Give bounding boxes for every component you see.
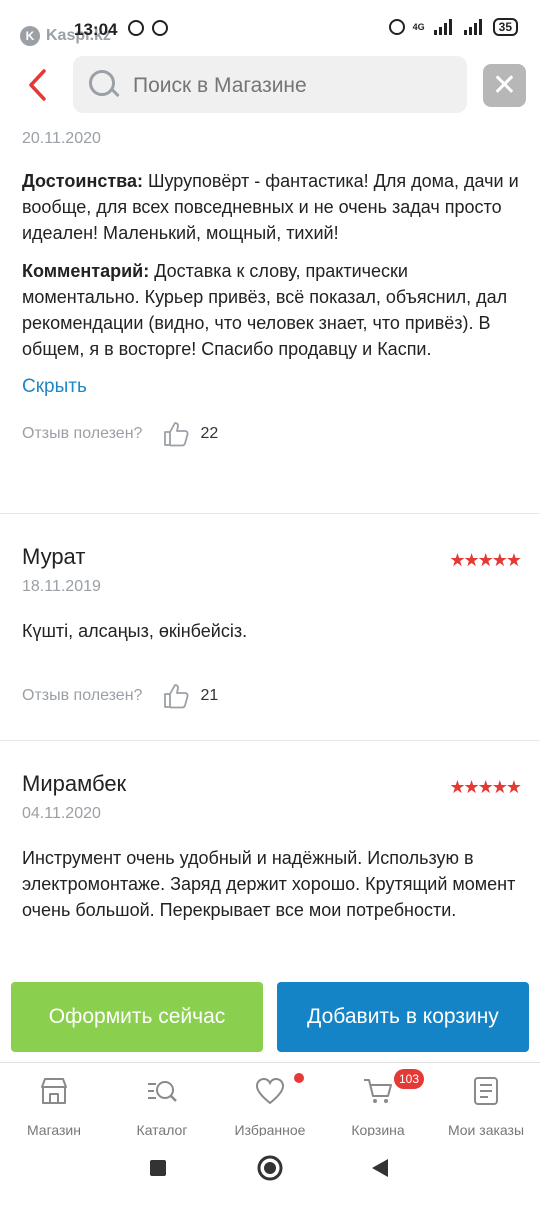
helpful-label: Отзыв полезен? [22, 687, 143, 704]
search-bar[interactable] [73, 56, 467, 115]
search-header: ✕ [0, 56, 540, 118]
review-date: 04.11.2020 [22, 805, 101, 822]
square-icon [150, 1160, 166, 1176]
helpful-count: 22 [200, 425, 219, 442]
comment-label: Комментарий: [22, 261, 150, 281]
hide-link[interactable]: Скрыть [22, 376, 520, 398]
review-author: Мирамбек [22, 771, 127, 796]
recents-button[interactable] [128, 1136, 188, 1200]
home-button[interactable] [240, 1136, 300, 1200]
review-item: Мирамбек ★★★★★ 04.11.2020 Инструмент оче… [22, 771, 522, 923]
triangle-back-icon [372, 1159, 388, 1177]
review-item: 20.11.2020 Достоинства: Шуруповёрт - фан… [22, 130, 520, 448]
search-icon [89, 70, 115, 96]
review-date: 18.11.2019 [22, 578, 101, 595]
search-input[interactable] [131, 56, 455, 115]
helpful-row: Отзыв полезен? 21 [22, 682, 520, 710]
divider [0, 740, 540, 741]
helpful-label: Отзыв полезен? [22, 425, 143, 442]
buy-now-button[interactable]: Оформить сейчас [11, 982, 263, 1052]
network-label: 4G [412, 22, 425, 32]
heart-icon [255, 1077, 285, 1105]
notification-dot [294, 1073, 304, 1083]
status-right: 4G 35 [388, 18, 518, 36]
review-comment: Комментарий: Доставка к слову, практичес… [22, 258, 520, 362]
tab-cart[interactable]: 103 Корзина [324, 1063, 432, 1138]
cart-badge: 103 [394, 1069, 424, 1089]
divider [0, 513, 540, 514]
review-date: 20.11.2020 [22, 130, 101, 147]
back-button[interactable] [26, 68, 48, 108]
close-icon: ✕ [491, 69, 518, 102]
review-text: Күшті, алсаңыз, өкінбейсіз. [22, 621, 248, 641]
store-icon [41, 1078, 67, 1104]
chevron-left-icon [29, 69, 46, 101]
orders-icon [474, 1077, 498, 1105]
cart-icon [364, 1079, 392, 1103]
circle-icon [257, 1155, 283, 1181]
review-author: Мурат [22, 544, 86, 569]
bottom-tab-bar: Магазин Каталог Избранное 103 Корзина Мо… [0, 1062, 540, 1138]
tab-catalog[interactable]: Каталог [108, 1063, 216, 1138]
add-to-cart-button[interactable]: Добавить в корзину [277, 982, 529, 1052]
status-bar: K Kaspi.kz 13:04 4G 35 [0, 0, 540, 56]
tab-favorites[interactable]: Избранное [216, 1063, 324, 1138]
review-item: Мурат ★★★★★ 18.11.2019 Күшті, алсаңыз, ө… [22, 544, 522, 710]
catalog-search-icon [148, 1081, 177, 1102]
helpful-count: 21 [200, 687, 219, 704]
signal-icon [463, 19, 482, 35]
alarm-icon [152, 20, 168, 36]
pros-label: Достоинства: [22, 171, 143, 191]
clock: 13:04 [74, 20, 118, 39]
kaspi-logo-icon: K [20, 26, 40, 46]
thumbs-up-icon[interactable] [162, 682, 190, 710]
helpful-row: Отзыв полезен? 22 [22, 420, 520, 448]
back-nav-button[interactable] [350, 1136, 410, 1200]
signal-icon [433, 19, 452, 35]
alarm-icon [388, 19, 405, 35]
system-nav-bar [0, 1136, 540, 1200]
close-button[interactable]: ✕ [483, 64, 526, 107]
alarm-icon [128, 20, 144, 36]
review-text: Инструмент очень удобный и надёжный. Исп… [22, 848, 516, 920]
star-rating: ★★★★★ [449, 550, 522, 570]
tab-orders[interactable]: Мои заказы [432, 1063, 540, 1138]
star-rating: ★★★★★ [449, 777, 522, 797]
tab-store[interactable]: Магазин [0, 1063, 108, 1138]
battery-indicator: 35 [492, 18, 518, 36]
review-pros: Достоинства: Шуруповёрт - фантастика! Дл… [22, 168, 520, 246]
thumbs-up-icon[interactable] [162, 420, 190, 448]
